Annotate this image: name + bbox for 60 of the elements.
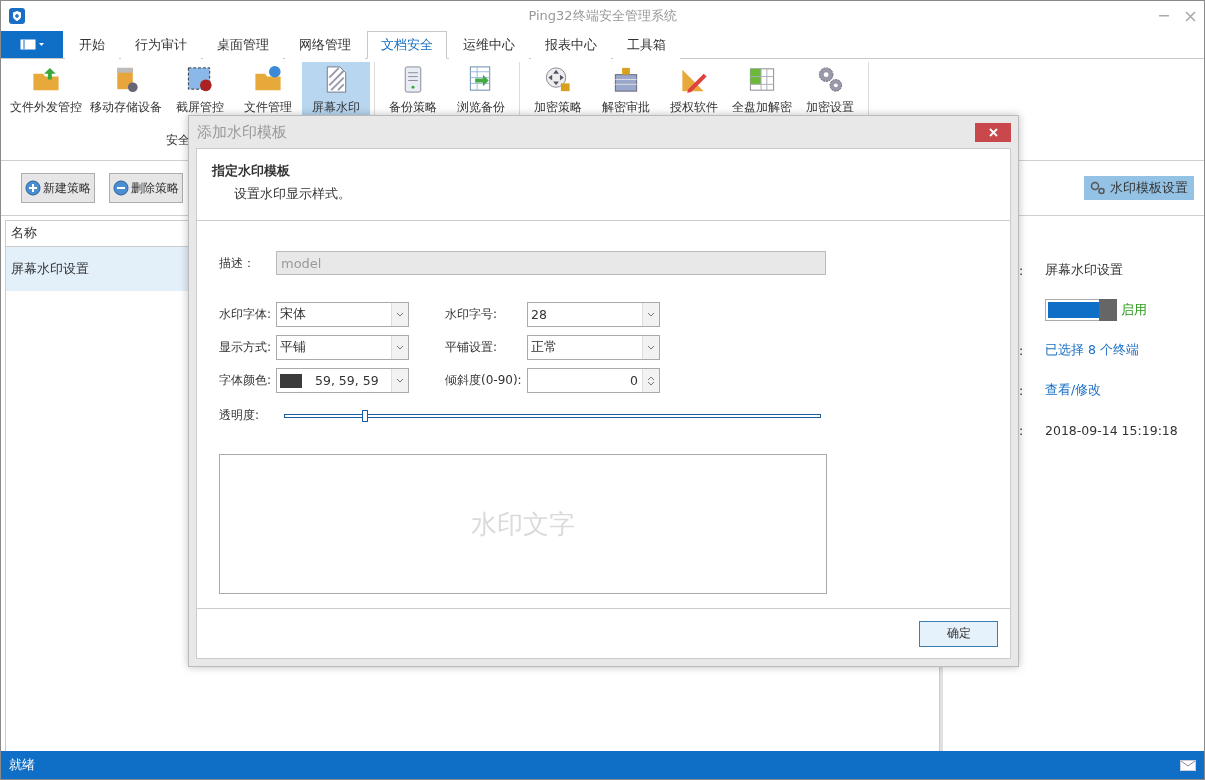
- toggle-label: 启用: [1121, 301, 1147, 319]
- color-picker[interactable]: 59, 59, 59: [276, 368, 409, 393]
- close-button[interactable]: [975, 122, 1011, 142]
- minus-circle-icon: [113, 180, 129, 196]
- spin-arrows-icon: [642, 369, 659, 392]
- field-label: 透明度:: [219, 407, 261, 424]
- field-label: 显示方式:: [219, 339, 273, 356]
- ribbon-button[interactable]: 授权软件: [660, 62, 728, 118]
- shield-logo-icon: [9, 8, 25, 24]
- dropdown[interactable]: 宋体: [276, 302, 409, 327]
- dialog-subheading: 设置水印显示样式。: [233, 186, 352, 203]
- ribbon-button[interactable]: 加密策略: [524, 62, 592, 118]
- window-title: Ping32终端安全管理系统: [528, 7, 677, 25]
- colon-label: :: [1018, 262, 1025, 278]
- plus-circle-icon: [25, 180, 41, 196]
- envelope-icon: [1180, 759, 1196, 771]
- dropdown[interactable]: 28: [527, 302, 660, 327]
- detail-link[interactable]: 已选择 8 个终端: [1045, 341, 1139, 359]
- spin-field[interactable]: 0: [527, 368, 660, 393]
- group-label: 安全: [166, 132, 190, 149]
- template-settings-button[interactable]: 水印模板设置: [1084, 176, 1194, 200]
- colon-label: :: [1018, 422, 1025, 438]
- ribbon-button[interactable]: 解密审批: [592, 62, 660, 118]
- ribbon-tab[interactable]: 文档安全: [367, 31, 447, 59]
- new-button[interactable]: 新建策略: [21, 173, 95, 203]
- dialog-heading: 指定水印模板: [212, 163, 291, 180]
- ribbon-button[interactable]: 加密设置: [796, 62, 864, 118]
- detail-value: 2018-09-14 15:19:18: [1045, 422, 1178, 438]
- ribbon-button[interactable]: 文件管理: [234, 62, 302, 118]
- chevron-down-icon: [391, 369, 408, 392]
- chevron-down-icon: [391, 303, 408, 326]
- colon-label: :: [1018, 382, 1025, 398]
- delete-button[interactable]: 删除策略: [109, 173, 183, 203]
- gears-icon: [1090, 181, 1106, 195]
- toggle-switch[interactable]: [1045, 299, 1117, 321]
- slider-thumb[interactable]: [362, 409, 369, 422]
- close-icon: [988, 127, 998, 137]
- ok-button[interactable]: 确定: [919, 620, 998, 647]
- dropdown[interactable]: 平铺: [276, 335, 409, 360]
- dialog-title: 添加水印模板: [197, 122, 287, 142]
- ribbon-button[interactable]: 移动存储设备: [86, 62, 166, 118]
- ribbon-button[interactable]: 文件外发管控: [6, 62, 86, 118]
- status-text: 就绪: [9, 756, 35, 774]
- chevron-down-icon: [642, 303, 659, 326]
- chevron-down-icon: [642, 336, 659, 359]
- detail-link[interactable]: 查看/修改: [1045, 381, 1102, 399]
- field-label: 水印字号:: [445, 306, 499, 323]
- ribbon-button[interactable]: 屏幕水印: [302, 62, 370, 118]
- field-label: 字体颜色:: [219, 372, 273, 389]
- field-label: 平铺设置:: [445, 339, 499, 356]
- dropdown[interactable]: 正常: [527, 335, 660, 360]
- colon-label: :: [1018, 342, 1025, 358]
- chevron-down-icon: [391, 336, 408, 359]
- app-menu-button[interactable]: [1, 31, 63, 58]
- field-label: 描述：: [219, 254, 256, 272]
- ribbon-button[interactable]: 备份策略: [379, 62, 447, 118]
- field-label: 倾斜度(0-90):: [445, 372, 523, 389]
- detail-value: 屏幕水印设置: [1045, 261, 1123, 279]
- book-caret-icon: [20, 39, 44, 50]
- field-label: 水印字体:: [219, 306, 273, 323]
